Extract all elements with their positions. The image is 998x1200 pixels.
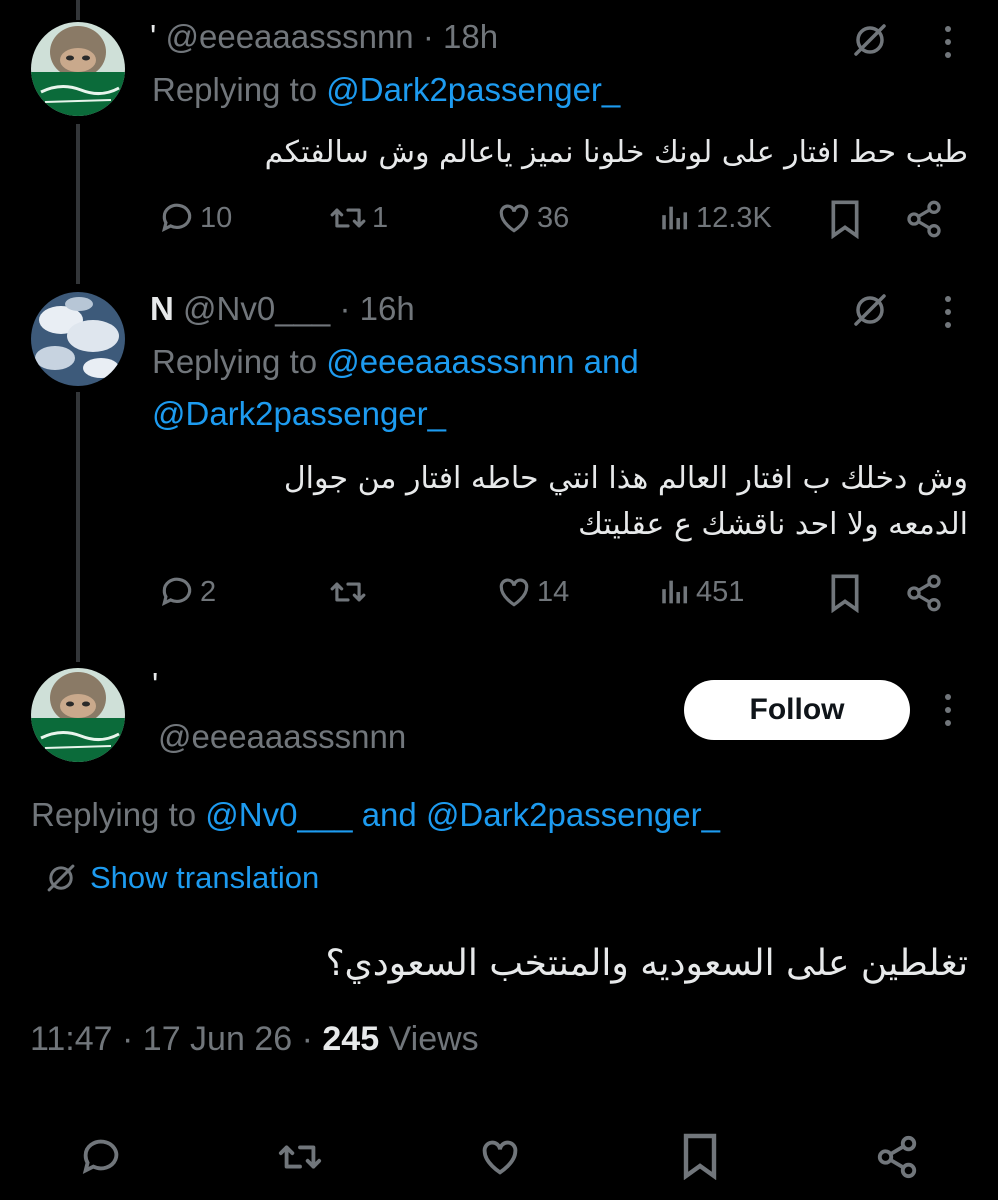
separator-dot: · <box>339 290 351 327</box>
bookmark-button[interactable] <box>828 199 862 239</box>
replying-and: and <box>361 796 417 833</box>
tweet-text-line1: وش دخلك ب افتار العالم هذا انتي حاطه افت… <box>283 461 968 496</box>
share-icon <box>907 574 941 612</box>
replying-prefix: Replying to <box>152 71 318 108</box>
replying-to: Replying to @Nv0___ and @Dark2passenger_ <box>31 789 720 841</box>
tweet-text: طيب حط افتار على لونك خلونا نميز ياعالم … <box>264 135 968 170</box>
replying-to: Replying to @eeeaaasssnnn and <box>152 336 639 388</box>
timestamp-row: 11:47 · 17 Jun 26 · 245 Views <box>30 1020 479 1059</box>
bookmark-icon <box>831 574 859 613</box>
like-icon <box>499 578 529 607</box>
tweet-header: ' @eeeaaasssnnn · 18h <box>150 18 498 56</box>
like-button[interactable]: 14 <box>495 573 569 611</box>
handle[interactable]: @eeeaaasssnnn <box>165 18 413 55</box>
share-button[interactable] <box>904 199 944 239</box>
tweet-text: تغلطين على السعوديه والمنتخب السعودي؟ <box>325 943 968 984</box>
bookmark-button[interactable] <box>828 573 862 613</box>
repost-icon <box>330 208 366 228</box>
bookmark-icon[interactable] <box>680 1132 720 1185</box>
replying-to-line2: @Dark2passenger_ <box>152 388 446 440</box>
mention-link[interactable]: @Nv0___ <box>205 796 352 833</box>
thread-line <box>76 124 80 284</box>
views-label: Views <box>388 1020 479 1058</box>
show-translation-label[interactable]: Show translation <box>90 860 319 896</box>
post-time[interactable]: 11:47 <box>30 1020 113 1058</box>
grok-icon[interactable] <box>850 20 890 65</box>
repost-button[interactable]: 1 <box>328 199 388 237</box>
timestamp[interactable]: 16h <box>360 290 415 327</box>
replying-prefix: Replying to <box>31 796 197 833</box>
tweet-text-line2: الدمعه ولا احد ناقشك ع عقليتك <box>578 507 968 542</box>
more-icon[interactable] <box>938 692 958 733</box>
reply-count: 2 <box>200 575 217 608</box>
translate-icon <box>47 864 75 892</box>
mention-link[interactable]: @eeeaaasssnnn <box>326 343 574 380</box>
views-icon <box>662 206 688 230</box>
post-date[interactable]: 17 Jun 26 <box>143 1020 292 1058</box>
display-name[interactable]: ' <box>152 666 158 704</box>
views-count: 451 <box>696 575 745 608</box>
thread-line <box>76 0 80 20</box>
more-icon[interactable] <box>938 24 958 65</box>
separator-dot: · <box>301 1020 313 1058</box>
views-count: 12.3K <box>696 201 772 234</box>
reply-icon <box>161 203 192 233</box>
follow-button[interactable]: Follow <box>684 680 910 740</box>
show-translation-link[interactable]: Show translation <box>44 860 319 896</box>
reply-count: 10 <box>200 201 233 234</box>
replying-prefix: Replying to <box>152 343 318 380</box>
reply-button[interactable]: 10 <box>158 199 232 237</box>
grok-icon[interactable] <box>850 290 890 335</box>
views-count: 245 <box>322 1020 380 1058</box>
mention-link[interactable]: @Dark2passenger_ <box>152 395 446 432</box>
like-count: 14 <box>537 575 570 608</box>
like-icon <box>499 204 529 233</box>
like-count: 36 <box>537 201 570 234</box>
repost-icon <box>330 582 366 602</box>
reply-button[interactable]: 2 <box>158 573 216 611</box>
repost-icon[interactable] <box>276 1134 324 1185</box>
reply-icon <box>161 577 192 607</box>
share-icon <box>907 200 941 238</box>
repost-button[interactable] <box>328 573 368 611</box>
views-icon <box>662 580 688 604</box>
mention-link[interactable]: @Dark2passenger_ <box>326 71 620 108</box>
reply-icon[interactable] <box>78 1134 124 1185</box>
replying-to: Replying to @Dark2passenger_ <box>152 64 620 116</box>
more-icon[interactable] <box>938 294 958 335</box>
handle[interactable]: @Nv0___ <box>183 290 330 327</box>
views-button[interactable]: 12.3K <box>658 199 772 237</box>
mention-link[interactable]: @Dark2passenger_ <box>426 796 720 833</box>
views-button[interactable]: 451 <box>658 573 744 611</box>
display-name[interactable]: ' <box>150 18 156 55</box>
handle[interactable]: @eeeaaasssnnn <box>158 718 406 756</box>
separator-dot: · <box>122 1020 134 1058</box>
share-icon[interactable] <box>874 1134 920 1185</box>
tweet-header: N @Nv0___ · 16h <box>150 290 415 328</box>
bookmark-icon <box>831 200 859 239</box>
share-button[interactable] <box>904 573 944 613</box>
thread-line <box>76 392 80 662</box>
replying-and: and <box>583 343 639 380</box>
avatar[interactable] <box>31 668 125 762</box>
avatar[interactable] <box>31 292 125 386</box>
timestamp[interactable]: 18h <box>443 18 498 55</box>
separator-dot: · <box>422 18 434 55</box>
like-icon[interactable] <box>476 1134 524 1185</box>
display-name[interactable]: N <box>150 290 174 327</box>
like-button[interactable]: 36 <box>495 199 569 237</box>
repost-count: 1 <box>372 201 389 234</box>
avatar[interactable] <box>31 22 125 116</box>
